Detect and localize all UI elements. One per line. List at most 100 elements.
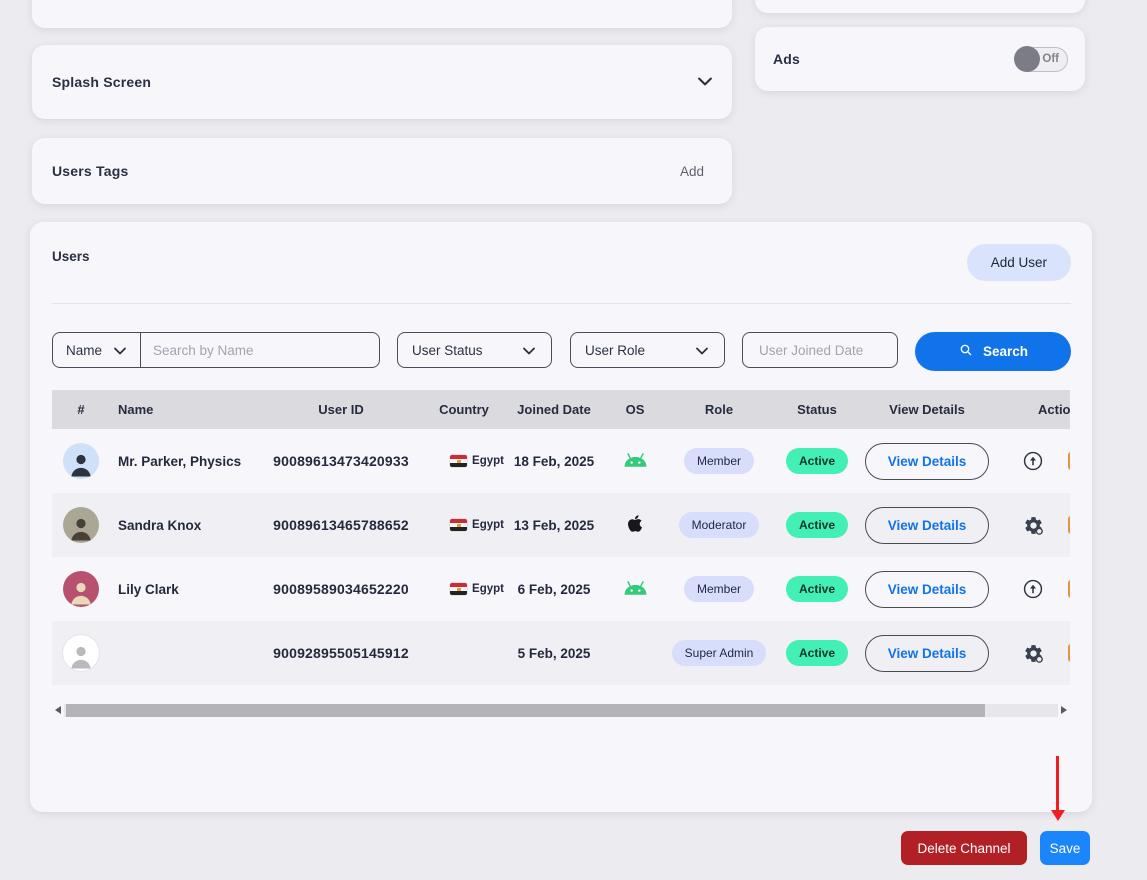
table-body: Mr. Parker, Physics 90089613473420933 Eg… bbox=[52, 429, 1070, 685]
joined-date-cell: 5 Feb, 2025 bbox=[504, 646, 604, 661]
android-icon bbox=[623, 580, 648, 599]
table-row: Mr. Parker, Physics 90089613473420933 Eg… bbox=[52, 429, 1070, 493]
user-id-cell: 90092895505145912 bbox=[258, 645, 424, 661]
joined-date-cell: 6 Feb, 2025 bbox=[504, 582, 604, 597]
user-role-label: User Role bbox=[585, 343, 645, 358]
egypt-flag-icon bbox=[450, 583, 467, 595]
scroll-left-icon[interactable] bbox=[52, 703, 64, 717]
chevron-down-icon bbox=[696, 343, 708, 358]
add-user-button[interactable]: Add User bbox=[967, 244, 1071, 281]
users-section: Users Add User Name User Status User Rol… bbox=[30, 222, 1092, 812]
user-status-label: User Status bbox=[412, 343, 483, 358]
users-table: #NameUser IDCountryJoined DateOSRoleStat… bbox=[52, 390, 1070, 686]
os-cell bbox=[604, 580, 666, 599]
person-icon bbox=[66, 513, 96, 543]
joined-date-field bbox=[742, 332, 898, 368]
name-cell: Sandra Knox bbox=[110, 518, 258, 533]
android-icon bbox=[623, 580, 648, 596]
column-header-joined-date: Joined Date bbox=[504, 402, 604, 417]
splash-screen-label: Splash Screen bbox=[52, 74, 151, 90]
splash-screen-section[interactable]: Splash Screen bbox=[32, 45, 732, 119]
save-button[interactable]: Save bbox=[1040, 831, 1090, 865]
view-details-button[interactable]: View Details bbox=[865, 635, 990, 672]
clipped-action-icon[interactable] bbox=[1068, 580, 1070, 598]
column-header-status: Status bbox=[772, 402, 862, 417]
search-button-label: Search bbox=[983, 344, 1028, 359]
role-badge: Super Admin bbox=[672, 640, 767, 666]
search-group: Name bbox=[52, 332, 380, 368]
horizontal-scrollbar[interactable] bbox=[52, 703, 1070, 717]
view-details-button[interactable]: View Details bbox=[865, 443, 990, 480]
chevron-down-icon bbox=[523, 343, 535, 358]
os-cell bbox=[604, 514, 666, 536]
country-label: Egypt bbox=[472, 455, 504, 467]
user-id-cell: 90089589034652220 bbox=[258, 581, 424, 597]
toggle-knob-icon bbox=[1014, 46, 1040, 72]
search-input[interactable] bbox=[141, 343, 379, 358]
clipped-action-icon[interactable] bbox=[1068, 516, 1070, 534]
chevron-down-icon[interactable] bbox=[698, 73, 712, 91]
clipped-action-icon[interactable] bbox=[1068, 452, 1070, 470]
search-icon bbox=[958, 342, 974, 361]
scrollbar-track[interactable] bbox=[64, 704, 1058, 717]
promote-user-icon[interactable] bbox=[1022, 578, 1044, 600]
table-header-row: #NameUser IDCountryJoined DateOSRoleStat… bbox=[52, 390, 1070, 429]
scrollbar-thumb[interactable] bbox=[66, 704, 985, 717]
manage-settings-icon bbox=[1023, 643, 1044, 664]
avatar bbox=[63, 443, 99, 479]
role-badge: Moderator bbox=[679, 512, 760, 538]
ads-card: Ads Off bbox=[755, 27, 1085, 91]
annotation-arrow bbox=[1056, 756, 1059, 810]
country-cell: Egypt bbox=[424, 583, 504, 595]
divider bbox=[52, 303, 1071, 304]
manage-settings-icon[interactable] bbox=[1022, 514, 1044, 536]
apple-icon bbox=[627, 514, 643, 533]
apple-icon bbox=[627, 514, 643, 536]
country-label: Egypt bbox=[472, 583, 504, 595]
search-field-label: Name bbox=[66, 343, 102, 358]
egypt-flag-icon bbox=[450, 455, 467, 467]
chevron-down-icon bbox=[114, 343, 126, 358]
column-header--: # bbox=[52, 402, 110, 417]
avatar bbox=[63, 571, 99, 607]
role-badge: Member bbox=[684, 448, 754, 474]
status-badge: Active bbox=[786, 640, 848, 666]
clipped-action-icon[interactable] bbox=[1068, 644, 1070, 662]
scroll-right-icon[interactable] bbox=[1058, 703, 1070, 717]
users-title: Users bbox=[52, 249, 90, 264]
users-tags-section: Users Tags Add bbox=[32, 138, 732, 204]
user-role-select[interactable]: User Role bbox=[570, 332, 725, 368]
ads-label: Ads bbox=[773, 51, 800, 67]
name-cell: Lily Clark bbox=[110, 582, 258, 597]
toggle-state-label: Off bbox=[1042, 53, 1059, 65]
column-header-os: OS bbox=[604, 402, 666, 417]
person-icon bbox=[66, 641, 96, 671]
column-header-view-details: View Details bbox=[862, 402, 992, 417]
ads-toggle[interactable]: Off bbox=[1015, 47, 1068, 72]
partial-card-top-right bbox=[755, 0, 1085, 13]
country-cell: Egypt bbox=[424, 519, 504, 531]
add-tag-link[interactable]: Add bbox=[680, 164, 704, 179]
search-button[interactable]: Search bbox=[915, 332, 1071, 371]
view-details-button[interactable]: View Details bbox=[865, 571, 990, 608]
delete-channel-button[interactable]: Delete Channel bbox=[901, 831, 1027, 865]
view-details-button[interactable]: View Details bbox=[865, 507, 990, 544]
joined-date-cell: 13 Feb, 2025 bbox=[504, 518, 604, 533]
avatar bbox=[63, 507, 99, 543]
promote-user-icon[interactable] bbox=[1022, 450, 1044, 472]
country-cell: Egypt bbox=[424, 455, 504, 467]
search-field-select[interactable]: Name bbox=[53, 333, 140, 367]
manage-settings-icon[interactable] bbox=[1022, 642, 1044, 664]
os-cell bbox=[604, 452, 666, 471]
android-icon bbox=[623, 452, 648, 468]
joined-date-input[interactable] bbox=[757, 342, 883, 359]
android-icon bbox=[623, 452, 648, 471]
egypt-flag-icon bbox=[450, 519, 467, 531]
partial-card-top-left bbox=[32, 0, 732, 28]
person-icon bbox=[66, 577, 96, 607]
person-icon bbox=[66, 449, 96, 479]
users-tags-label: Users Tags bbox=[52, 163, 128, 179]
user-status-select[interactable]: User Status bbox=[397, 332, 552, 368]
table-row: 90092895505145912 5 Feb, 2025 Super Admi… bbox=[52, 621, 1070, 685]
status-badge: Active bbox=[786, 512, 848, 538]
